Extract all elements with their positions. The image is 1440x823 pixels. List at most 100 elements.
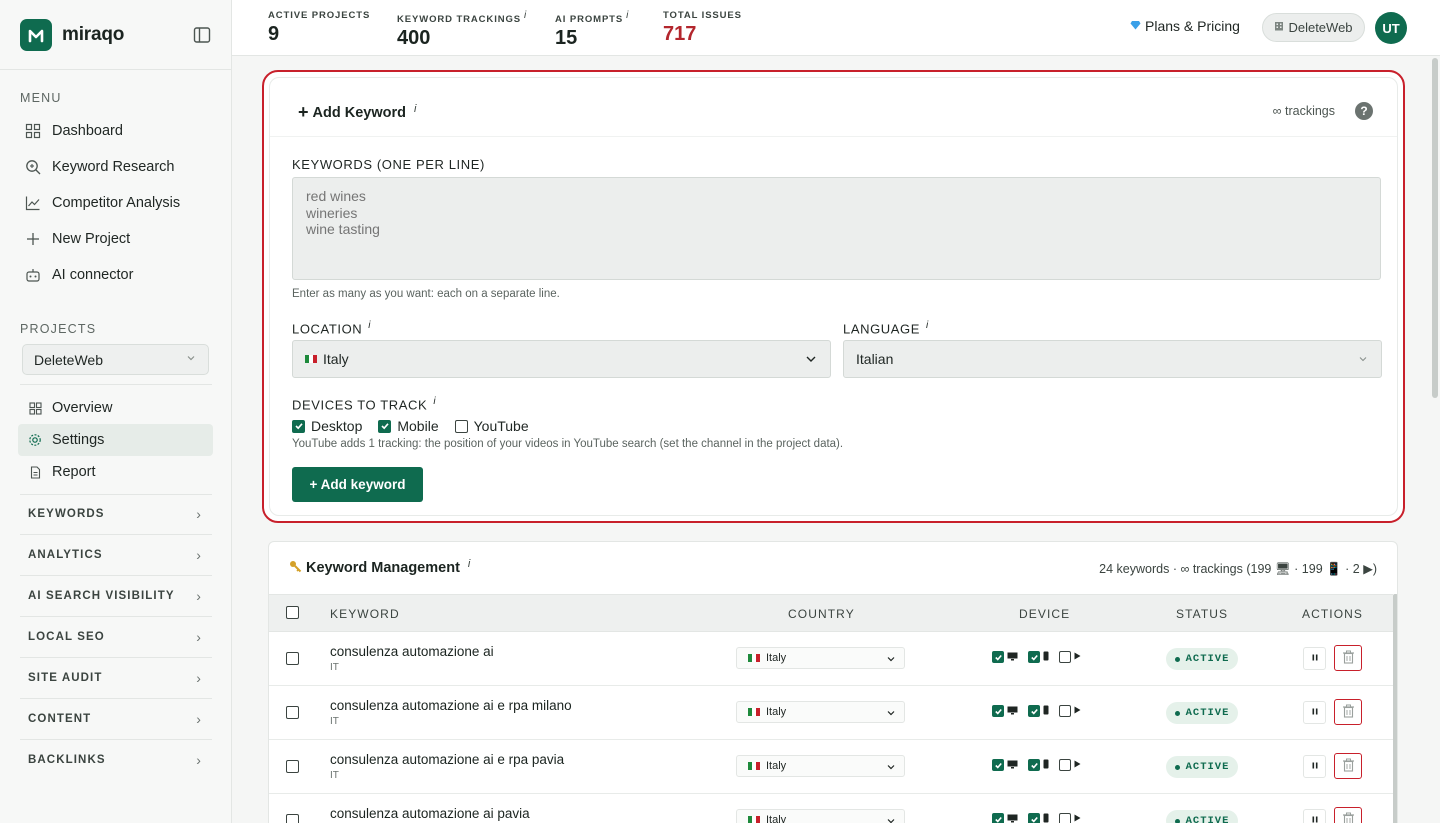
language-select[interactable]: Italian [843,340,1382,378]
table-header: KEYWORD COUNTRY DEVICE STATUS ACTIONS [269,594,1393,632]
menu-item-competitor-analysis[interactable]: Competitor Analysis [0,185,232,221]
sidebar-toggle-icon[interactable] [193,26,211,44]
youtube-checkbox[interactable] [1059,651,1071,663]
youtube-checkbox[interactable] [1059,759,1071,771]
group-backlinks[interactable]: BACKLINKS › [20,739,212,780]
checkbox-checked[interactable] [378,419,392,433]
group-local-seo[interactable]: LOCAL SEO › [20,616,212,657]
row-checkbox[interactable] [286,760,299,773]
row-country-select[interactable]: Italy [736,755,905,777]
menu-item-label: Dashboard [52,123,123,139]
project-item-overview[interactable]: Overview [18,392,213,424]
desktop-checkbox[interactable] [992,705,1004,717]
desktop-checkbox[interactable] [992,813,1004,823]
menu-item-dashboard[interactable]: Dashboard [0,113,232,149]
row-devices [992,813,1091,823]
trash-icon [1342,812,1355,823]
diamond-icon [1130,20,1141,33]
group-analytics[interactable]: ANALYTICS › [20,534,212,575]
delete-button[interactable] [1334,699,1362,725]
device-mobile[interactable]: Mobile [378,418,439,434]
row-checkbox[interactable] [286,652,299,665]
plans-pricing-link[interactable]: Plans & Pricing [1130,18,1240,34]
row-country-select[interactable]: Italy [736,809,905,823]
info-icon[interactable]: i [433,396,436,407]
row-country-select[interactable]: Italy [736,701,905,723]
group-ai-search-visibility[interactable]: AI SEARCH VISIBILITY › [20,575,212,616]
add-keyword-button[interactable]: + Add keyword [292,467,423,502]
delete-button[interactable] [1334,807,1362,823]
page-scrollbar[interactable] [1432,58,1438,398]
column-status[interactable]: STATUS [1176,607,1228,621]
delete-button[interactable] [1334,753,1362,779]
chevron-down-icon [186,353,196,366]
project-item-report[interactable]: Report [18,456,213,488]
chevron-down-icon [1357,352,1369,368]
youtube-checkbox[interactable] [1059,813,1071,823]
mobile-checkbox[interactable] [1028,705,1040,717]
pause-button[interactable] [1303,755,1326,778]
select-all-checkbox[interactable] [286,606,299,619]
group-label: CONTENT [28,713,92,725]
chevron-right-icon: › [196,547,202,563]
info-icon[interactable]: i [468,558,470,570]
chevron-right-icon: › [196,711,202,727]
row-checkbox[interactable] [286,814,299,823]
project-item-settings[interactable]: Settings [18,424,213,456]
menu-item-ai-connector[interactable]: AI connector [0,257,232,293]
row-country-select[interactable]: Italy [736,647,905,669]
pause-icon [1312,762,1318,771]
mobile-checkbox[interactable] [1028,651,1040,663]
chevron-right-icon: › [196,670,202,686]
menu-item-keyword-research[interactable]: Keyword Research [0,149,232,185]
youtube-checkbox[interactable] [1059,705,1071,717]
group-content[interactable]: CONTENT › [20,698,212,739]
column-country[interactable]: COUNTRY [788,607,855,621]
menu-item-new-project[interactable]: New Project [0,221,232,257]
delete-button[interactable] [1334,645,1362,671]
info-icon[interactable]: i [368,320,371,331]
menu-title: MENU [20,91,62,105]
devices-label: DEVICES TO TRACK i [292,396,437,413]
table-scrollbar[interactable] [1393,594,1397,823]
row-country-value: Italy [766,706,787,718]
chevron-down-icon [886,708,896,721]
info-icon[interactable]: i [626,10,629,21]
help-icon[interactable]: ? [1355,102,1373,120]
info-icon[interactable]: i [524,10,527,21]
desktop-checkbox[interactable] [992,651,1004,663]
project-select[interactable]: DeleteWeb [22,344,209,375]
logo-icon[interactable] [20,18,52,51]
group-site-audit[interactable]: SITE AUDIT › [20,657,212,698]
stat-keyword-trackings: KEYWORD TRACKINGS i 400 [397,10,527,50]
location-select[interactable]: Italy [292,340,831,378]
pause-button[interactable] [1303,647,1326,670]
device-desktop[interactable]: Desktop [292,418,362,434]
info-icon[interactable]: i [926,320,929,331]
top-bar: ACTIVE PROJECTS 9 KEYWORD TRACKINGS i 400… [232,0,1440,56]
project-switcher[interactable]: DeleteWeb [1262,13,1365,42]
add-keyword-card: + Add Keyword i ∞ trackings ? KEYWORDS (… [262,70,1405,523]
mobile-checkbox[interactable] [1028,813,1040,823]
status-badge: ACTIVE [1166,810,1238,823]
stat-label: TOTAL ISSUES [663,10,742,21]
avatar[interactable]: UT [1375,12,1407,44]
chevron-down-icon [886,654,896,667]
pause-button[interactable] [1303,701,1326,724]
info-icon[interactable]: i [414,103,416,115]
device-youtube[interactable]: YouTube [454,418,529,434]
desktop-checkbox[interactable] [992,759,1004,771]
pause-button[interactable] [1303,809,1326,823]
trackings-note: ∞ trackings [1272,104,1335,118]
keywords-textarea[interactable] [292,177,1381,280]
chevron-right-icon: › [196,752,202,768]
pause-icon [1312,708,1318,717]
checkbox-checked[interactable] [292,419,305,433]
checkbox-unchecked[interactable] [454,419,468,433]
group-keywords[interactable]: KEYWORDS › [20,493,212,534]
mobile-checkbox[interactable] [1028,759,1040,771]
column-device[interactable]: DEVICE [1019,607,1070,621]
chevron-right-icon: › [196,505,202,522]
column-keyword[interactable]: KEYWORD [330,607,400,621]
row-checkbox[interactable] [286,706,299,719]
